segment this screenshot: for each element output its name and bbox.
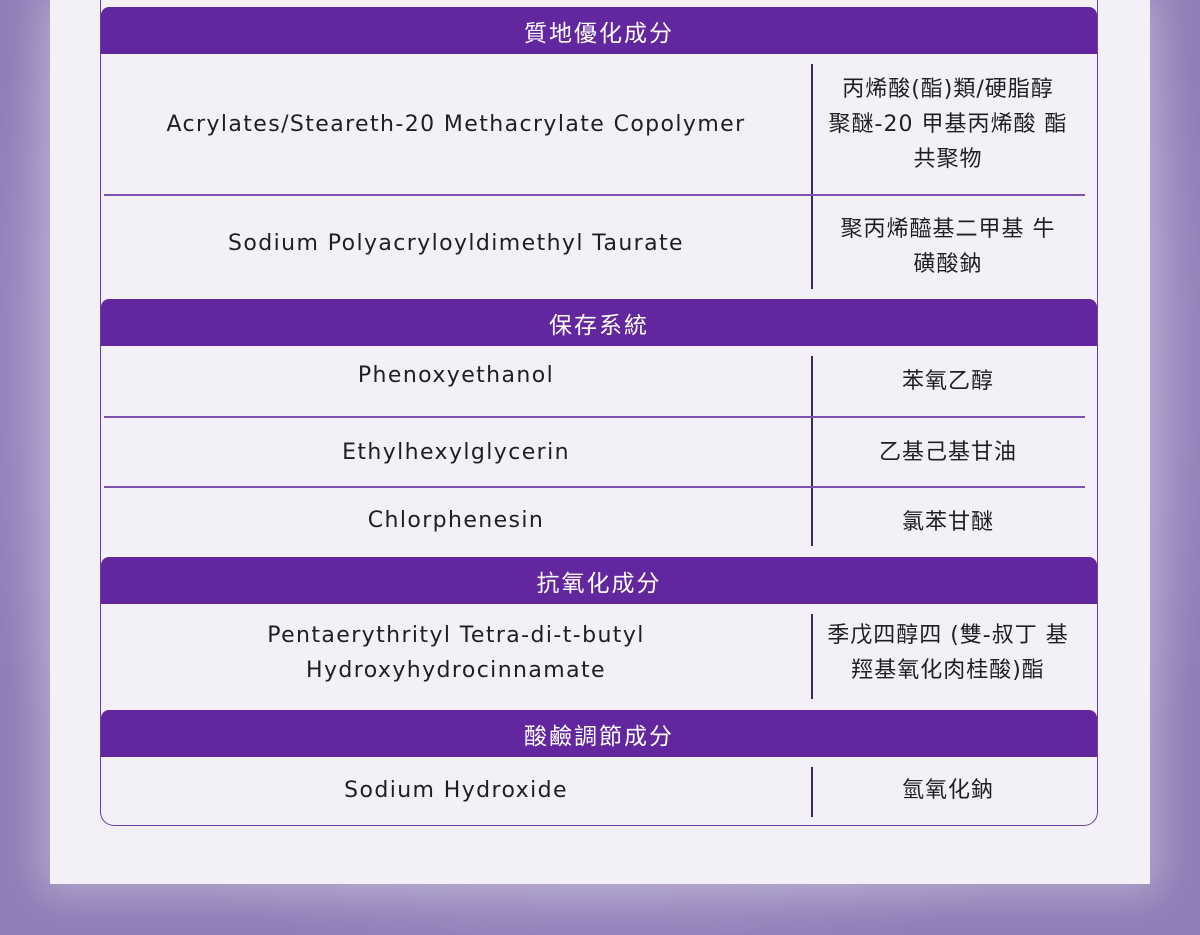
section-title: 保存系統 [549,312,649,339]
ingredient-name-zh: 苯氧乙醇 [901,368,994,394]
ingredient-name-en: Chlorphenesin [367,507,545,533]
ingredient-name-zh: 氫氧化鈉 [901,777,994,803]
ingredient-table: 質地優化成分 Acrylates/Steareth-20 Methacrylat… [100,0,1098,826]
table-row: Ethylhexylglycerin 乙基己基甘油 [101,418,1097,486]
ingredient-name-en: Sodium Polyacryloyldimethyl Taurate [228,230,684,256]
table-row: Sodium Polyacryloyldimethyl Taurate 聚丙烯醯… [101,196,1097,298]
column-divider [811,196,813,289]
ingredient-name-en: Ethylhexylglycerin [342,439,570,465]
ingredient-name-en: Acrylates/Steareth-20 Methacrylate Copol… [166,112,746,137]
ingredient-name-zh: 氯苯甘醚 [901,509,994,535]
column-divider [811,418,813,486]
section-header-antioxidant: 抗氧化成分 [101,557,1097,604]
table-row: Sodium Hydroxide 氫氧化鈉 [101,757,1097,825]
section-title: 抗氧化成分 [536,570,662,597]
table-row: Pentaerythrityl Tetra-di-t-butyl Hydroxy… [101,604,1097,709]
ingredient-name-zh: 乙基己基甘油 [878,439,1017,465]
column-divider [811,488,813,546]
table-row: Phenoxyethanol 苯氧乙醇 [101,346,1097,416]
column-divider [811,767,813,817]
ingredient-name-en: Phenoxyethanol [357,362,555,388]
section-title: 酸鹼調節成分 [524,723,674,750]
column-divider [811,356,813,416]
ingredient-name-zh: 丙烯酸(酯)類/硬脂醇 聚醚-20 甲基丙烯酸 酯共聚物 [828,77,1068,172]
ingredient-name-en: Sodium Hydroxide [344,777,568,803]
section-header-ph-adjuster: 酸鹼調節成分 [101,710,1097,757]
ingredient-name-zh: 聚丙烯醯基二甲基 牛磺酸鈉 [840,217,1056,277]
table-row: Chlorphenesin 氯苯甘醚 [101,488,1097,556]
section-header-texture: 質地優化成分 [101,7,1097,54]
ingredient-name-zh: 季戊四醇四 (雙-叔丁 基羥基氧化肉桂酸)酯 [827,622,1069,683]
table-row: Acrylates/Steareth-20 Methacrylate Copol… [101,55,1097,194]
section-header-preservative: 保存系統 [101,299,1097,346]
column-divider [811,64,813,194]
section-title: 質地優化成分 [524,20,674,47]
ingredient-name-en: Pentaerythrityl Tetra-di-t-butyl Hydroxy… [267,622,645,683]
column-divider [811,614,813,699]
